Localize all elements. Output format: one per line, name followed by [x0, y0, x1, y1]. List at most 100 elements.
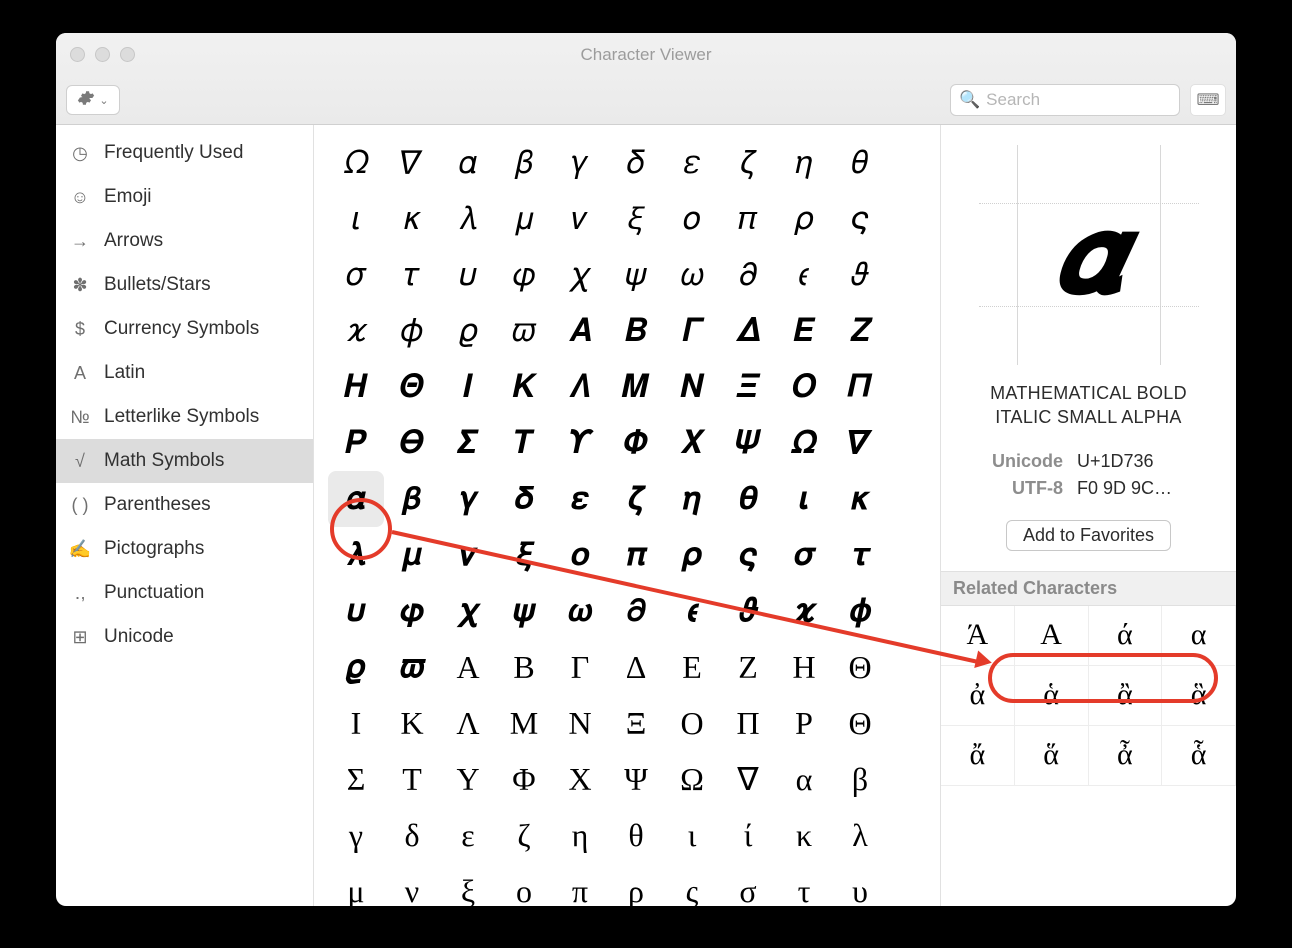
- character-cell[interactable]: 𝜳: [720, 415, 776, 471]
- character-cell[interactable]: 𝜷: [384, 471, 440, 527]
- search-field[interactable]: 🔍: [950, 84, 1180, 116]
- character-cell[interactable]: 𝝊: [328, 583, 384, 639]
- character-cell[interactable]: 𝜒: [552, 247, 608, 303]
- sidebar-item-unicode[interactable]: ⊞Unicode: [56, 615, 313, 659]
- character-cell[interactable]: Ι: [328, 695, 384, 751]
- sidebar-item-parentheses[interactable]: ( )Parentheses: [56, 483, 313, 527]
- character-cell[interactable]: 𝜟: [720, 303, 776, 359]
- related-character-cell[interactable]: ἅ: [1015, 726, 1089, 786]
- character-cell[interactable]: Ψ: [608, 751, 664, 807]
- character-cell[interactable]: Θ: [832, 639, 888, 695]
- character-cell[interactable]: 𝜖: [776, 247, 832, 303]
- character-cell[interactable]: Ξ: [608, 695, 664, 751]
- character-cell[interactable]: α: [776, 751, 832, 807]
- character-cell[interactable]: 𝜱: [608, 415, 664, 471]
- character-cell[interactable]: Θ: [832, 695, 888, 751]
- character-cell[interactable]: 𝜲: [664, 415, 720, 471]
- related-character-cell[interactable]: ἆ: [1089, 726, 1163, 786]
- character-cell[interactable]: 𝜿: [832, 471, 888, 527]
- character-cell[interactable]: 𝝕: [384, 639, 440, 695]
- character-cell[interactable]: ι: [664, 807, 720, 863]
- character-cell[interactable]: ί: [720, 807, 776, 863]
- character-cell[interactable]: 𝜕: [720, 247, 776, 303]
- character-cell[interactable]: Ν: [552, 695, 608, 751]
- character-cell[interactable]: 𝜇: [496, 191, 552, 247]
- character-cell[interactable]: γ: [328, 807, 384, 863]
- character-cell[interactable]: 𝜦: [552, 359, 608, 415]
- character-cell[interactable]: ξ: [440, 863, 496, 906]
- character-cell[interactable]: ρ: [608, 863, 664, 906]
- character-cell[interactable]: Φ: [496, 751, 552, 807]
- character-cell[interactable]: 𝜚: [440, 303, 496, 359]
- character-cell[interactable]: 𝛽: [496, 135, 552, 191]
- character-cell[interactable]: 𝜅: [384, 191, 440, 247]
- character-cell[interactable]: Μ: [496, 695, 552, 751]
- related-character-cell[interactable]: ἄ: [941, 726, 1015, 786]
- character-cell[interactable]: 𝜊: [664, 191, 720, 247]
- sidebar-item-currency-symbols[interactable]: $Currency Symbols: [56, 307, 313, 351]
- character-cell[interactable]: 𝜐: [440, 247, 496, 303]
- character-cell[interactable]: 𝜞: [664, 303, 720, 359]
- character-cell[interactable]: κ: [776, 807, 832, 863]
- character-cell[interactable]: π: [552, 863, 608, 906]
- character-cell[interactable]: 𝜻: [608, 471, 664, 527]
- character-cell[interactable]: 𝜰: [552, 415, 608, 471]
- character-cell[interactable]: δ: [384, 807, 440, 863]
- character-cell[interactable]: 𝜣: [384, 359, 440, 415]
- character-cell[interactable]: ς: [664, 863, 720, 906]
- character-cell[interactable]: 𝜂: [776, 135, 832, 191]
- add-to-favorites-button[interactable]: Add to Favorites: [1006, 520, 1171, 551]
- character-cell[interactable]: Λ: [440, 695, 496, 751]
- character-cell[interactable]: 𝝋: [384, 583, 440, 639]
- character-cell[interactable]: ο: [496, 863, 552, 906]
- sidebar-item-emoji[interactable]: ☺Emoji: [56, 175, 313, 219]
- sidebar-item-pictographs[interactable]: ✍Pictographs: [56, 527, 313, 571]
- character-cell[interactable]: Δ: [608, 639, 664, 695]
- keyboard-viewer-button[interactable]: ⌨: [1190, 84, 1226, 116]
- character-cell[interactable]: 𝝎: [552, 583, 608, 639]
- character-cell[interactable]: Γ: [552, 639, 608, 695]
- character-cell[interactable]: 𝜋: [720, 191, 776, 247]
- character-cell[interactable]: 𝜴: [776, 415, 832, 471]
- character-cell[interactable]: 𝜁: [720, 135, 776, 191]
- character-cell[interactable]: 𝜎: [328, 247, 384, 303]
- character-cell[interactable]: 𝜈: [552, 191, 608, 247]
- character-cell[interactable]: 𝜼: [664, 471, 720, 527]
- character-cell[interactable]: 𝜃: [832, 135, 888, 191]
- character-cell[interactable]: 𝝔: [328, 639, 384, 695]
- character-cell[interactable]: Σ: [328, 751, 384, 807]
- character-cell[interactable]: τ: [776, 863, 832, 906]
- sidebar-item-latin[interactable]: ALatin: [56, 351, 313, 395]
- character-cell[interactable]: ε: [440, 807, 496, 863]
- character-cell[interactable]: 𝜗: [832, 247, 888, 303]
- character-cell[interactable]: σ: [720, 863, 776, 906]
- character-cell[interactable]: 𝛾: [552, 135, 608, 191]
- character-cell[interactable]: Π: [720, 695, 776, 751]
- character-cell[interactable]: 𝜀: [664, 135, 720, 191]
- character-cell[interactable]: 𝜬: [328, 415, 384, 471]
- character-cell[interactable]: 𝜙: [384, 303, 440, 359]
- character-cell[interactable]: 𝝆: [664, 527, 720, 583]
- character-cell[interactable]: 𝝈: [776, 527, 832, 583]
- character-cell[interactable]: Β: [496, 639, 552, 695]
- character-cell[interactable]: μ: [328, 863, 384, 906]
- character-cell[interactable]: 𝝌: [440, 583, 496, 639]
- sidebar-item-frequently-used[interactable]: ◷Frequently Used: [56, 131, 313, 175]
- character-cell[interactable]: 𝜩: [720, 359, 776, 415]
- character-cell[interactable]: 𝝒: [776, 583, 832, 639]
- character-cell[interactable]: 𝝅: [608, 527, 664, 583]
- character-cell[interactable]: Ω: [664, 751, 720, 807]
- character-cell[interactable]: 𝜝: [608, 303, 664, 359]
- sidebar-item-math-symbols[interactable]: √Math Symbols: [56, 439, 313, 483]
- character-cell[interactable]: Υ: [440, 751, 496, 807]
- character-cell[interactable]: 𝛿: [608, 135, 664, 191]
- character-cell[interactable]: 𝜥: [496, 359, 552, 415]
- character-cell[interactable]: 𝜨: [664, 359, 720, 415]
- character-cell[interactable]: ν: [384, 863, 440, 906]
- character-cell[interactable]: 𝜽: [720, 471, 776, 527]
- character-cell[interactable]: υ: [832, 863, 888, 906]
- character-cell[interactable]: 𝜍: [832, 191, 888, 247]
- character-cell[interactable]: 𝝉: [832, 527, 888, 583]
- sidebar-item-bullets-stars[interactable]: ✽Bullets/Stars: [56, 263, 313, 307]
- character-cell[interactable]: 𝜛: [496, 303, 552, 359]
